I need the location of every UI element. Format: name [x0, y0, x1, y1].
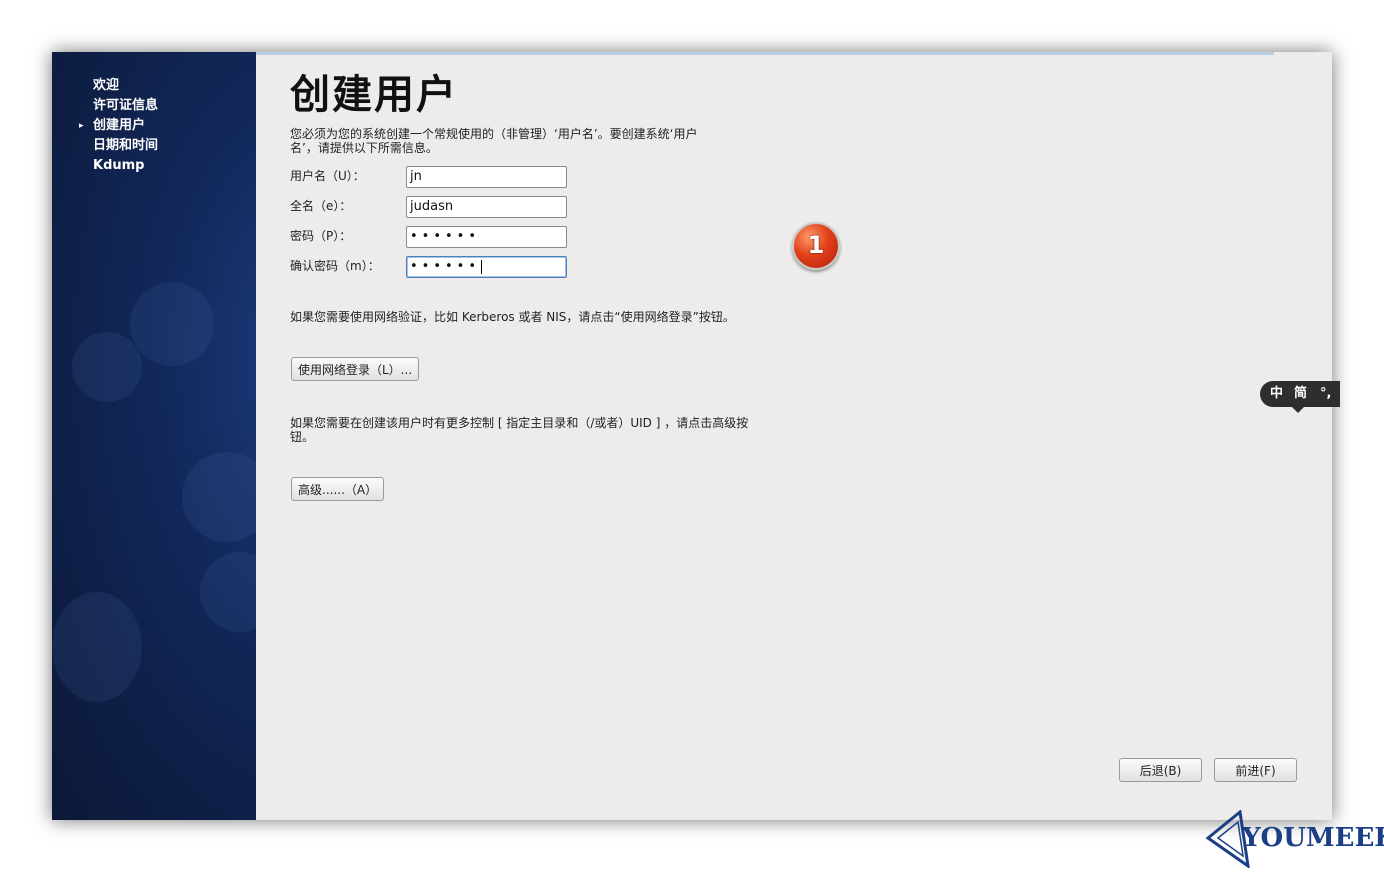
sidebar: 欢迎 许可证信息 ▸ 创建用户 日期和时间 Kdump: [52, 52, 256, 820]
sidebar-item-license: 许可证信息: [93, 98, 159, 113]
ime-pointer: [1292, 407, 1304, 413]
sidebar-item-kdump: Kdump: [93, 158, 145, 173]
ime-variant-toggle[interactable]: 简: [1294, 381, 1307, 407]
text-caret: [481, 259, 483, 274]
username-label: 用户名（U）：: [290, 169, 365, 183]
fullname-label: 全名（e）：: [290, 199, 352, 213]
username-field[interactable]: jn: [406, 166, 567, 188]
current-step-arrow-icon: ▸: [79, 121, 84, 131]
advanced-button[interactable]: 高级......（A）: [291, 477, 385, 501]
advanced-text: 如果您需要在创建该用户时有更多控制 [ 指定主目录和（/或者）UID ] ，请点…: [290, 416, 749, 444]
back-button[interactable]: 后退(B): [1119, 758, 1202, 782]
sidebar-nav: 欢迎 许可证信息 ▸ 创建用户 日期和时间 Kdump: [79, 76, 159, 176]
network-auth-text: 如果您需要使用网络验证，比如 Kerberos 或者 NIS，请点击“使用网络登…: [290, 310, 735, 324]
ime-punct-toggle[interactable]: °,: [1320, 381, 1331, 407]
decor-bubble: [182, 452, 256, 542]
fullname-field[interactable]: judasn: [406, 196, 567, 218]
confirm-password-field[interactable]: ••••••: [406, 256, 567, 278]
ime-status-bar[interactable]: 中 简 °,: [1260, 381, 1340, 413]
forward-button[interactable]: 前进(F): [1214, 758, 1297, 782]
watermark-text: YOUMEEK: [1242, 823, 1384, 853]
sidebar-item-create-user: ▸ 创建用户: [79, 116, 158, 136]
sidebar-item-date-time: 日期和时间: [93, 138, 159, 153]
decor-bubble: [52, 592, 142, 702]
intro-text: 您必须为您的系统创建一个常规使用的（非管理）‘用户名’。要创建系统‘用户 名’，…: [290, 127, 698, 155]
decor-bubble: [130, 282, 214, 366]
decor-bubble: [72, 332, 142, 402]
installer-window: 欢迎 许可证信息 ▸ 创建用户 日期和时间 Kdump 创建用户 您必须为您的系…: [52, 52, 1332, 820]
sidebar-item-welcome: 欢迎: [93, 78, 120, 93]
page-title: 创建用户: [290, 72, 458, 118]
password-label: 密码（P）：: [290, 229, 352, 243]
annotation-badge: 1: [792, 222, 840, 270]
password-field[interactable]: ••••••: [406, 226, 567, 248]
decor-bubble: [200, 552, 256, 632]
main-content: 创建用户 您必须为您的系统创建一个常规使用的（非管理）‘用户名’。要创建系统‘用…: [256, 52, 1332, 820]
network-login-button[interactable]: 使用网络登录（L）...: [291, 357, 420, 381]
confirm-password-label: 确认密码（m）：: [290, 259, 380, 273]
ime-mode-toggle[interactable]: 中: [1270, 381, 1283, 407]
